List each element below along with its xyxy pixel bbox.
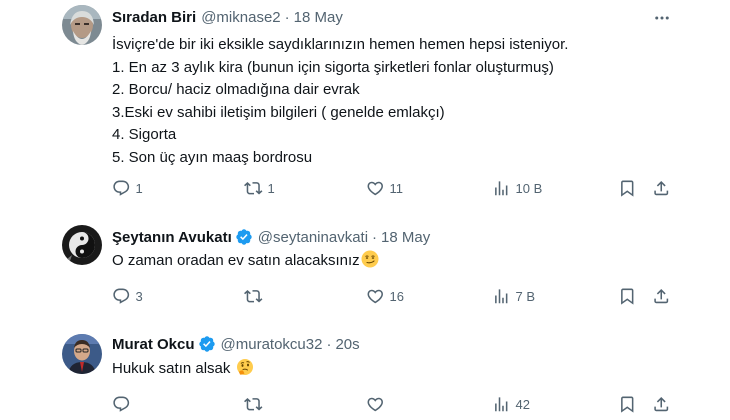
views-count: 42 — [515, 396, 530, 412]
verified-badge-icon — [235, 228, 253, 246]
tweet-actions: 3 16 7 B — [0, 284, 730, 308]
tweet-text: O zaman oradan ev satın alacaksınız — [112, 250, 379, 273]
retweet-button[interactable]: 1 — [244, 176, 275, 200]
tweet-text-line: 2. Borcu/ haciz olmadığına dair evrak — [112, 81, 360, 98]
tweet-text-line: 5. Son üç ayın maaş bordrosu — [112, 148, 313, 166]
verified-badge-icon — [198, 335, 216, 353]
tweet-1[interactable]: Sıradan Biri @miknase2 · 18 May İsviçre'… — [0, 0, 730, 212]
like-count: 16 — [389, 288, 404, 304]
smirking-face-emoji-icon — [361, 250, 379, 268]
tweet-text: İsviçre'de bir iki eksikle saydıklarınız… — [112, 34, 568, 169]
timestamp[interactable]: 20s — [335, 336, 359, 353]
tweet-text-line: 4. Sigorta — [112, 126, 177, 143]
display-name[interactable]: Sıradan Biri — [112, 9, 196, 26]
retweet-button[interactable] — [244, 284, 268, 308]
tweet-text-line: 1. En az 3 aylık kira (bunun için sigort… — [112, 58, 554, 76]
handle[interactable]: @muratokcu32 — [221, 336, 323, 353]
views-icon — [492, 395, 511, 414]
separator-dot: · — [372, 228, 378, 246]
bookmark-button[interactable] — [618, 176, 637, 200]
separator-dot: · — [326, 335, 332, 353]
bookmark-icon — [618, 287, 637, 306]
share-icon — [652, 179, 671, 198]
like-count: 11 — [389, 180, 404, 196]
share-icon — [652, 395, 671, 414]
retweet-icon — [244, 287, 263, 306]
views-count: 10 B — [515, 180, 543, 196]
retweet-icon — [244, 179, 263, 198]
handle[interactable]: @miknase2 — [201, 9, 280, 26]
like-button[interactable]: 16 — [366, 284, 404, 308]
reply-icon — [112, 179, 131, 198]
views-button[interactable]: 42 — [492, 392, 530, 416]
retweet-count: 1 — [267, 180, 275, 196]
views-count: 7 B — [515, 288, 536, 304]
share-button[interactable] — [652, 392, 671, 416]
tweet-actions: 42 — [0, 392, 730, 416]
reply-count: 3 — [135, 288, 143, 304]
bookmark-icon — [618, 179, 637, 198]
avatar-seytanin-avukati[interactable] — [62, 225, 102, 265]
reply-button[interactable] — [112, 392, 136, 416]
tweet-text: Hukuk satın alsak — [112, 358, 254, 381]
reply-count: 1 — [135, 180, 143, 196]
handle[interactable]: @seytaninavkati — [258, 229, 368, 246]
views-button[interactable]: 10 B — [492, 176, 542, 200]
tweet-3[interactable]: Murat Okcu @muratokcu32 · 20s Hukuk satı… — [0, 316, 730, 420]
tweet-2[interactable]: Şeytanın Avukatı @seytaninavkati · 18 Ma… — [0, 212, 730, 316]
reply-button[interactable]: 3 — [112, 284, 143, 308]
bookmark-button[interactable] — [618, 284, 637, 308]
heart-icon — [366, 287, 385, 306]
display-name[interactable]: Murat Okcu — [112, 336, 195, 353]
thinking-face-emoji-icon — [236, 358, 254, 376]
views-icon — [492, 287, 511, 306]
share-button[interactable] — [652, 176, 671, 200]
reply-icon — [112, 395, 131, 414]
avatar-murat-okcu[interactable] — [62, 334, 102, 374]
share-button[interactable] — [652, 284, 671, 308]
reply-icon — [112, 287, 131, 306]
share-icon — [652, 287, 671, 306]
tweet-actions: 1 1 11 10 B — [0, 176, 730, 200]
tweet-text-line: O zaman oradan ev satın alacaksınız — [112, 252, 360, 269]
heart-icon — [366, 395, 385, 414]
tweet-text-line: 3.Eski ev sahibi iletişim bilgileri ( ge… — [112, 103, 445, 121]
retweet-icon — [244, 395, 263, 414]
heart-icon — [366, 179, 385, 198]
like-button[interactable] — [366, 392, 390, 416]
separator-dot: · — [284, 8, 290, 26]
views-icon — [492, 179, 511, 198]
reply-button[interactable]: 1 — [112, 176, 143, 200]
timestamp[interactable]: 18 May — [381, 229, 430, 246]
bookmark-icon — [618, 395, 637, 414]
avatar-siradan-biri[interactable] — [62, 5, 102, 45]
retweet-button[interactable] — [244, 392, 268, 416]
display-name[interactable]: Şeytanın Avukatı — [112, 229, 232, 246]
timestamp[interactable]: 18 May — [294, 9, 343, 26]
tweet-text-line: İsviçre'de bir iki eksikle saydıklarınız… — [112, 36, 569, 53]
views-button[interactable]: 7 B — [492, 284, 535, 308]
tweet-text-line: Hukuk satın alsak — [112, 360, 231, 377]
more-icon[interactable] — [652, 8, 672, 28]
like-button[interactable]: 11 — [366, 176, 403, 200]
bookmark-button[interactable] — [618, 392, 637, 416]
